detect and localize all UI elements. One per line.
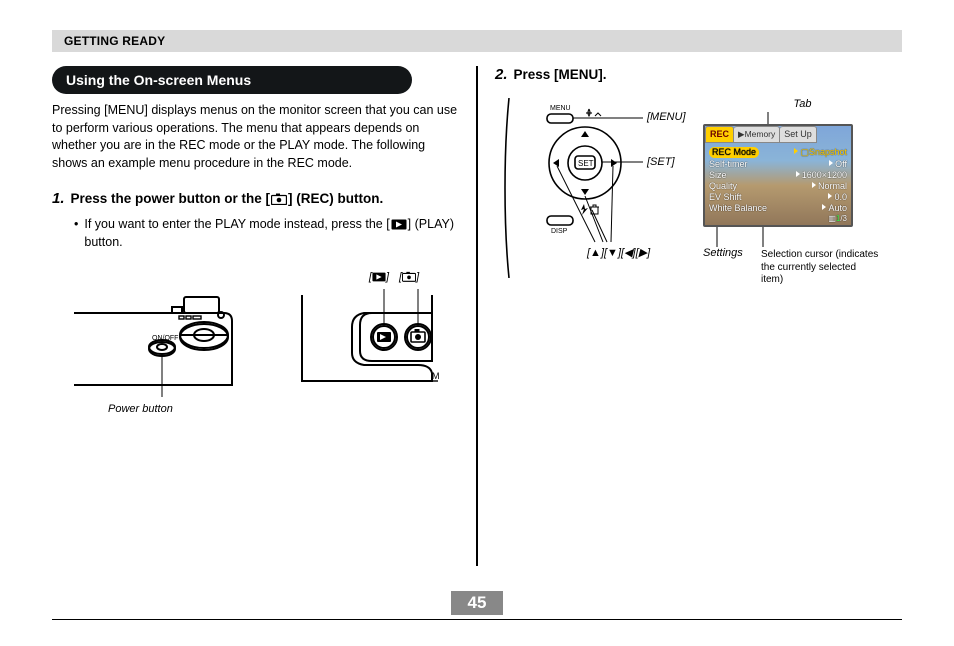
bullet-dot: •	[74, 216, 78, 251]
tab-memory: ▶Memory	[734, 126, 780, 143]
camera-icon-label: []	[399, 271, 419, 283]
camera-icon	[271, 193, 287, 205]
intro-text: Pressing [MENU] displays menus on the mo…	[52, 102, 459, 172]
section-header: GETTING READY	[52, 30, 902, 52]
step-2-number: 2.	[495, 66, 508, 84]
step-1-text-pre: Press the power button or the [	[71, 191, 271, 206]
svg-text:MENU: MENU	[550, 105, 571, 112]
menu-row-wb: White Balance Auto	[708, 202, 848, 213]
tab-rec: REC	[705, 126, 734, 143]
section-title: Using the On-screen Menus	[52, 66, 412, 94]
camera-diagram: ON/OFF	[74, 285, 444, 403]
dpad-figure: MENU SET	[495, 98, 695, 278]
page-root: GETTING READY Using the On-screen Menus …	[0, 0, 954, 646]
menu-val: Auto	[822, 203, 847, 213]
tab-setup: Set Up	[780, 126, 817, 143]
menu-val: 0.0	[828, 192, 847, 202]
page-number: 45	[451, 591, 503, 615]
menu-row-size: Size 1600×1200	[708, 169, 848, 180]
menu-key: Self-timer	[709, 159, 748, 169]
menu-row-selftimer: Self-timer Off	[708, 158, 848, 169]
step-1: 1. Press the power button or the [ ] (REC…	[52, 190, 459, 208]
footer-rule	[52, 619, 902, 621]
svg-text:DISP: DISP	[551, 228, 568, 235]
menu-row-recmode: REC Mode ▢Snapshot	[708, 146, 848, 158]
screen-tabs: REC ▶Memory Set Up	[705, 126, 851, 143]
set-label: [SET]	[647, 156, 675, 168]
menu-label: [MENU]	[647, 111, 686, 123]
step-1-text-post: ] (REC) button.	[288, 191, 383, 206]
svg-text:M: M	[432, 371, 440, 381]
menu-key: Size	[709, 170, 727, 180]
header-title: GETTING READY	[64, 34, 890, 48]
screen-block: Tab REC ▶Memory Set Up REC Mode ▢Snapsho…	[703, 98, 902, 287]
mode-icons-row: [] []	[369, 271, 419, 283]
menu-key: White Balance	[709, 203, 767, 213]
right-column: 2. Press [MENU]. MENU	[477, 66, 902, 576]
play-icon-label: []	[369, 271, 389, 283]
menu-val: Normal	[812, 181, 847, 191]
step-1-number: 1.	[52, 190, 65, 208]
step-2-text: Press [MENU].	[514, 66, 607, 84]
power-button-label: Power button	[108, 403, 459, 415]
menu-val: ▢Snapshot	[794, 147, 847, 158]
cursor-annotation: Selection cursor (indicates the currentl…	[761, 249, 881, 287]
page-footer: 45	[52, 591, 902, 621]
step-1-text: Press the power button or the [ ] (REC) b…	[71, 190, 384, 208]
camera-screen: REC ▶Memory Set Up REC Mode ▢Snapshot Se…	[703, 124, 853, 227]
column-divider	[476, 66, 478, 566]
menu-val: 1600×1200	[796, 170, 847, 180]
menu-row-quality: Quality Normal	[708, 180, 848, 191]
menu-row-evshift: EV Shift 0.0	[708, 191, 848, 202]
columns: Using the On-screen Menus Pressing [MENU…	[52, 66, 902, 576]
step-1-bullet-text: If you want to enter the PLAY mode inste…	[84, 216, 459, 251]
menu-key: EV Shift	[709, 192, 742, 202]
left-column: Using the On-screen Menus Pressing [MENU…	[52, 66, 477, 576]
menu-key: REC Mode	[709, 147, 759, 158]
step-1-bullet: • If you want to enter the PLAY mode ins…	[74, 216, 459, 251]
svg-text:SET: SET	[578, 159, 594, 168]
menu-val: Off	[829, 159, 847, 169]
settings-annotation: Settings	[703, 247, 753, 259]
menu-rows: REC Mode ▢Snapshot Self-timer Off Size 1…	[705, 143, 851, 225]
bullet-pre: If you want to enter the PLAY mode inste…	[84, 217, 389, 231]
play-icon	[391, 219, 407, 230]
page-indicator: ▥1/3	[828, 214, 847, 223]
step-2: 2. Press [MENU].	[495, 66, 902, 84]
arrows-label: [▲][▼][◀][▶]	[587, 246, 650, 259]
menu-key: Quality	[709, 181, 737, 191]
camera-figure: [] []	[74, 267, 459, 415]
tab-annotation: Tab	[703, 98, 902, 110]
